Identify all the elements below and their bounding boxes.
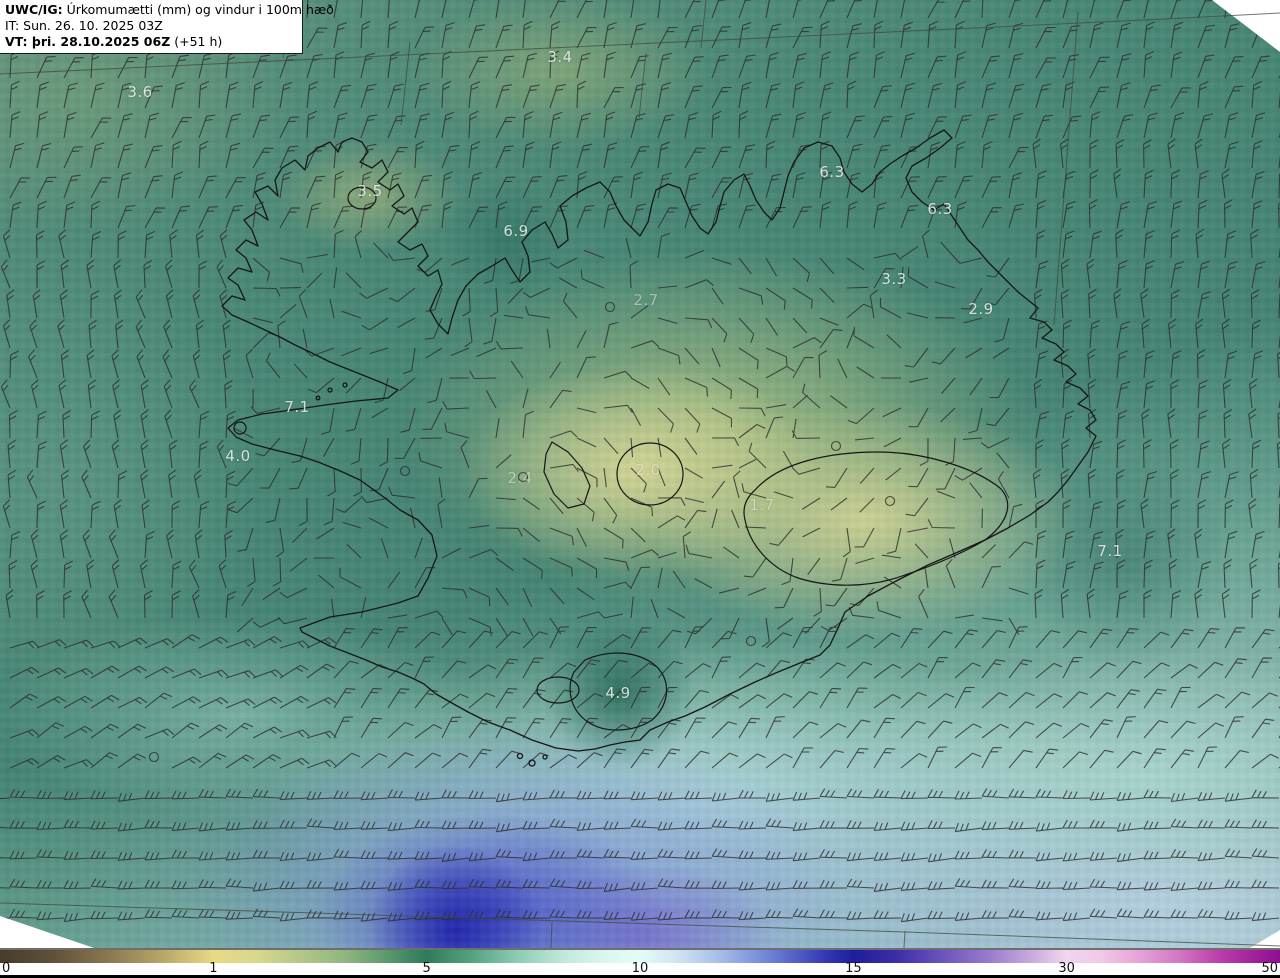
calm-wind-icon — [606, 303, 615, 312]
colorbar-labels: 01510153050 — [0, 963, 1280, 975]
colorbar-tick: 50 — [1261, 962, 1278, 975]
colorbar-tick: 0 — [2, 962, 10, 975]
panel-title-row: UWC/IG: Úrkomumætti (mm) og vindur i 100… — [5, 2, 296, 18]
colorbar-strip: 01510153050 — [0, 948, 1280, 978]
colorbar-tick: 5 — [422, 962, 430, 975]
graticule-lines — [0, 0, 1280, 948]
calm-wind-icon — [886, 497, 895, 506]
map-canvas: 3.63.43.56.96.36.33.32.92.77.14.02.42.01… — [0, 0, 1280, 948]
calm-wind-markers — [150, 303, 895, 762]
valid-time-row: VT: þri. 28.10.2025 06Z (+51 h) — [5, 34, 296, 50]
calm-wind-icon — [832, 442, 841, 451]
weather-map-screen: 3.63.43.56.96.36.33.32.92.77.14.02.42.01… — [0, 0, 1280, 978]
init-time-row: IT: Sun. 26. 10. 2025 03Z — [5, 18, 296, 34]
calm-wind-icon — [150, 753, 159, 762]
forecast-info-panel: UWC/IG: Úrkomumætti (mm) og vindur i 100… — [0, 0, 303, 54]
lead-time-label: (+51 h) — [174, 34, 222, 49]
valid-time-label: VT: þri. 28.10.2025 06Z — [5, 34, 170, 49]
wind-barbs-layer — [0, 0, 1280, 922]
map-overlay-svg — [0, 0, 1280, 948]
colorbar-tick: 10 — [632, 962, 649, 975]
colorbar-tick: 15 — [845, 962, 862, 975]
colorbar-tick: 1 — [209, 962, 217, 975]
map-corner-mask — [0, 0, 1280, 948]
calm-wind-icon — [747, 637, 756, 646]
calm-wind-icon — [519, 473, 528, 482]
colorbar-tick: 30 — [1058, 962, 1075, 975]
calm-wind-icon — [401, 467, 410, 476]
product-title: Úrkomumætti (mm) og vindur i 100m hæð — [67, 2, 334, 17]
model-id-label: UWC/IG: — [5, 2, 63, 17]
